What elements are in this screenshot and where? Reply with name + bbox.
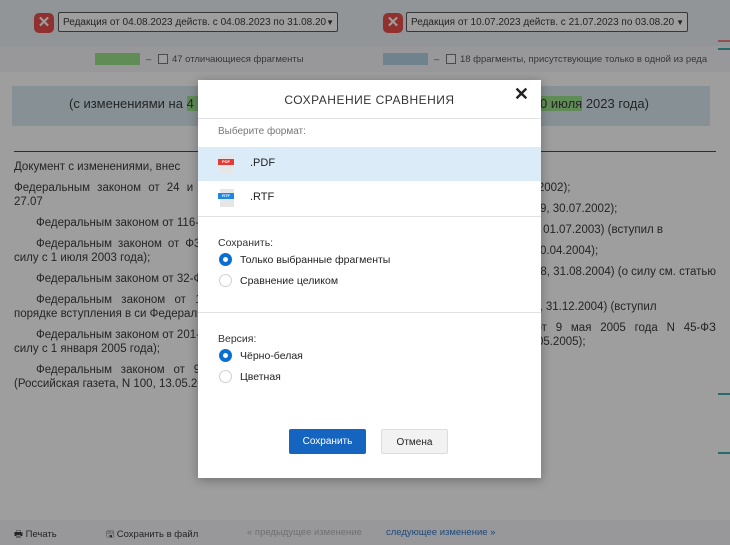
divider <box>198 312 541 313</box>
radio-whole-comparison[interactable] <box>219 274 232 287</box>
divider <box>198 118 541 119</box>
close-icon[interactable]: ✕ <box>514 84 529 105</box>
radio-selected-fragments[interactable] <box>219 253 232 266</box>
radio-label-selected-fragments[interactable]: Только выбранные фрагменты <box>240 254 390 266</box>
pdf-file-icon: PDF <box>218 155 234 173</box>
rtf-file-icon: RTF <box>218 189 234 207</box>
save-button[interactable]: Сохранить <box>289 429 366 454</box>
version-section-label: Версия: <box>218 333 257 345</box>
format-label: Выберите формат: <box>218 126 306 137</box>
cancel-button[interactable]: Отмена <box>381 429 448 454</box>
radio-label-black-white[interactable]: Чёрно-белая <box>240 350 303 362</box>
dialog-title: СОХРАНЕНИЕ СРАВНЕНИЯ <box>284 93 455 107</box>
save-section-label: Сохранить: <box>218 237 274 249</box>
format-label-rtf: .RTF <box>250 191 275 203</box>
divider <box>198 216 541 217</box>
radio-label-color[interactable]: Цветная <box>240 371 281 383</box>
format-option-pdf[interactable]: PDF .PDF <box>198 147 541 181</box>
format-label-pdf: .PDF <box>250 157 276 169</box>
radio-black-white[interactable] <box>219 349 232 362</box>
radio-label-whole-comparison[interactable]: Сравнение целиком <box>240 275 338 287</box>
radio-color[interactable] <box>219 370 232 383</box>
save-comparison-dialog: СОХРАНЕНИЕ СРАВНЕНИЯ ✕ Выберите формат: … <box>198 80 541 478</box>
format-option-rtf[interactable]: RTF .RTF <box>198 181 541 215</box>
